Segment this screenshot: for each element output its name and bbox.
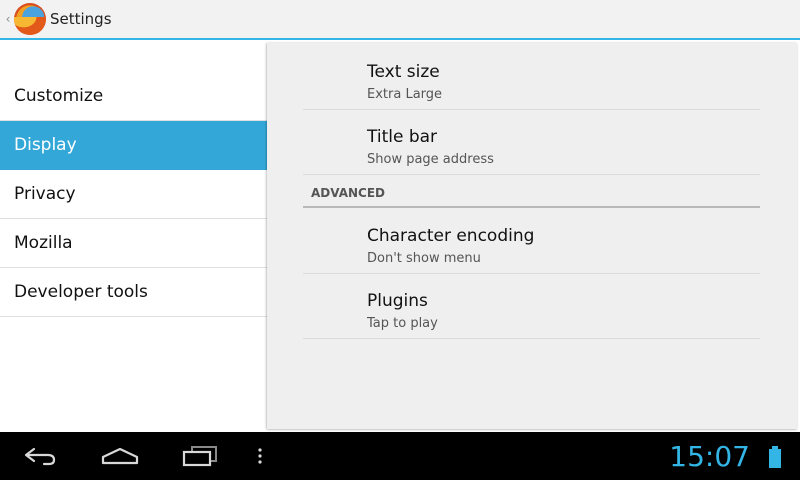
- overflow-menu-icon[interactable]: [250, 432, 270, 480]
- display-preferences-panel: Text size Extra Large Title bar Show pag…: [267, 43, 797, 429]
- sidebar-item-customize[interactable]: Customize: [0, 72, 267, 121]
- pref-summary: Show page address: [367, 152, 494, 167]
- sidebar-item-developer-tools[interactable]: Developer tools: [0, 268, 267, 317]
- pref-text-size[interactable]: Text size Extra Large: [303, 45, 760, 110]
- app-title[interactable]: Settings: [50, 10, 112, 28]
- status-clock: 15:07: [669, 440, 750, 473]
- sidebar-list: Customize Display Privacy Mozilla Develo…: [0, 72, 267, 317]
- pref-plugins[interactable]: Plugins Tap to play: [303, 274, 760, 339]
- pref-character-encoding[interactable]: Character encoding Don't show menu: [303, 209, 760, 274]
- category-label: ADVANCED: [311, 186, 386, 200]
- firefox-logo-icon[interactable]: [14, 3, 46, 35]
- pref-title: Title bar: [367, 127, 438, 147]
- sidebar-item-label: Developer tools: [14, 282, 148, 302]
- pref-summary: Extra Large: [367, 87, 443, 102]
- pref-summary: Don't show menu: [367, 251, 481, 266]
- sidebar-item-display[interactable]: Display: [0, 121, 267, 170]
- pref-summary: Tap to play: [367, 316, 438, 331]
- home-icon[interactable]: [92, 432, 148, 480]
- recent-apps-icon[interactable]: [172, 432, 228, 480]
- pref-title: Plugins: [367, 291, 428, 311]
- system-nav-bar: 15:07: [0, 432, 800, 480]
- pref-title-bar[interactable]: Title bar Show page address: [303, 110, 760, 175]
- settings-sidebar: Customize Display Privacy Mozilla Develo…: [0, 40, 267, 432]
- sidebar-item-label: Customize: [14, 86, 104, 106]
- sidebar-item-privacy[interactable]: Privacy: [0, 170, 267, 219]
- advanced-category-header: ADVANCED: [303, 181, 760, 208]
- pref-title: Text size: [367, 62, 440, 82]
- back-icon[interactable]: [12, 432, 68, 480]
- sidebar-item-label: Mozilla: [14, 233, 73, 253]
- battery-icon: [768, 446, 782, 468]
- sidebar-item-label: Privacy: [14, 184, 76, 204]
- up-caret-icon[interactable]: ‹: [2, 0, 14, 39]
- sidebar-item-mozilla[interactable]: Mozilla: [0, 219, 267, 268]
- action-bar: ‹ Settings: [0, 0, 800, 40]
- pref-title: Character encoding: [367, 226, 535, 246]
- sidebar-item-label: Display: [14, 135, 77, 155]
